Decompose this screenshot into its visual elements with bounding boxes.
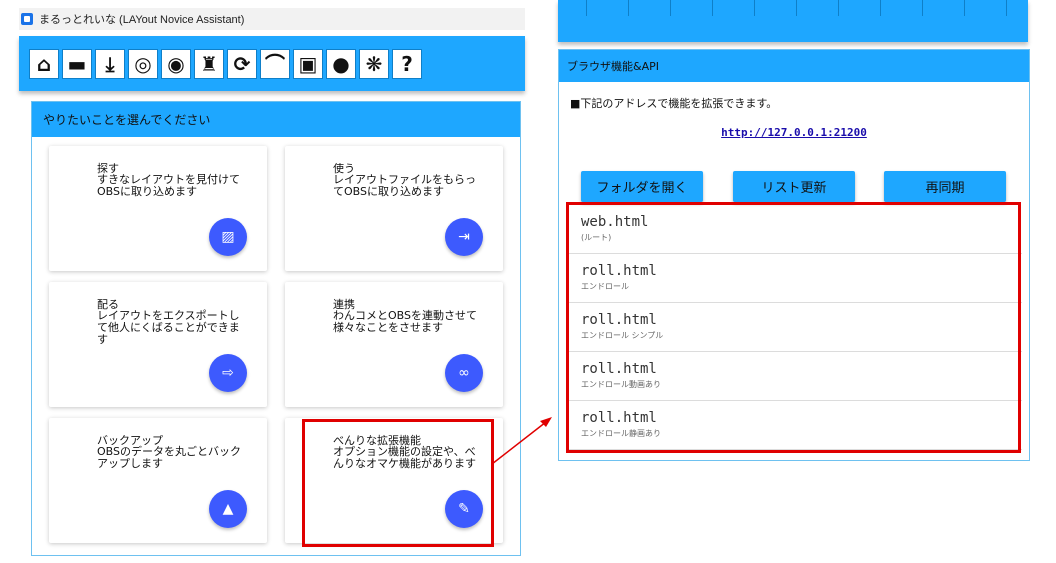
card-desc: レイアウトをエクスポートして他人にくばることができます <box>97 309 240 346</box>
home-icon[interactable]: ⌂ <box>29 48 59 79</box>
robot-icon[interactable]: ♜ <box>194 48 224 79</box>
highlight-extensions-card <box>302 419 494 547</box>
resync-button[interactable]: 再同期 <box>884 171 1006 202</box>
info-text: ■下記のアドレスで機能を拡張できます。 <box>570 97 778 110</box>
card-desc: すきなレイアウトを見付けてOBSに取り込めます <box>97 173 240 198</box>
card-desc: OBSのデータを丸ごとバックアップします <box>97 445 241 470</box>
chair-icon[interactable]: ⌒ <box>260 48 290 79</box>
highlight-file-list <box>566 202 1021 453</box>
right-toolbar-strip <box>558 0 1028 42</box>
folder-icon[interactable]: ▬ <box>62 48 92 79</box>
image-search-icon[interactable]: ▨ <box>209 218 247 256</box>
download-icon[interactable]: ⤓ <box>95 48 125 79</box>
card-distribute[interactable]: 配る レイアウトをエクスポートして他人にくばることができます ⇨ <box>49 282 267 407</box>
help-icon[interactable]: ? <box>392 48 422 79</box>
refresh-list-button[interactable]: リスト更新 <box>733 171 855 202</box>
card-desc: レイアウトファイルをもらってOBSに取り込めます <box>333 173 476 198</box>
upload-icon[interactable]: ▲ <box>209 490 247 528</box>
cat-icon[interactable]: ● <box>326 48 356 79</box>
export-icon[interactable]: ⇨ <box>209 354 247 392</box>
sync-icon[interactable]: ⟳ <box>227 48 257 79</box>
window-title: まるっとれいな (LAYout Novice Assistant) <box>39 14 245 26</box>
onecomme-icon[interactable]: ◉ <box>161 48 191 79</box>
card-integrate[interactable]: 連携 わんコメとOBSを連動させて様々なことをさせます ∞ <box>285 282 503 407</box>
card-desc: わんコメとOBSを連動させて様々なことをさせます <box>333 309 477 334</box>
link-icon[interactable]: ∞ <box>445 354 483 392</box>
panel-header: やりたいことを選んでください <box>32 102 520 137</box>
panel-header: ブラウザ機能&API <box>559 50 1029 82</box>
window-titlebar: まるっとれいな (LAYout Novice Assistant) <box>19 8 525 30</box>
card-search[interactable]: 探す すきなレイアウトを見付けてOBSに取り込めます ▨ <box>49 146 267 271</box>
open-folder-button[interactable]: フォルダを開く <box>581 171 703 202</box>
api-url-link[interactable]: http://127.0.0.1:21200 <box>559 126 1029 139</box>
twitch-icon[interactable]: ▣ <box>293 48 323 79</box>
obs-icon[interactable]: ◎ <box>128 48 158 79</box>
main-toolbar: ⌂ ▬ ⤓ ◎ ◉ ♜ ⟳ ⌒ ▣ ● ❋ ? <box>19 36 525 91</box>
card-backup[interactable]: バックアップ OBSのデータを丸ごとバックアップします ▲ <box>49 418 267 543</box>
import-icon[interactable]: ⇥ <box>445 218 483 256</box>
paw-icon[interactable]: ❋ <box>359 48 389 79</box>
app-icon <box>21 13 33 25</box>
card-use[interactable]: 使う レイアウトファイルをもらってOBSに取り込めます ⇥ <box>285 146 503 271</box>
callout-arrow <box>491 417 552 465</box>
